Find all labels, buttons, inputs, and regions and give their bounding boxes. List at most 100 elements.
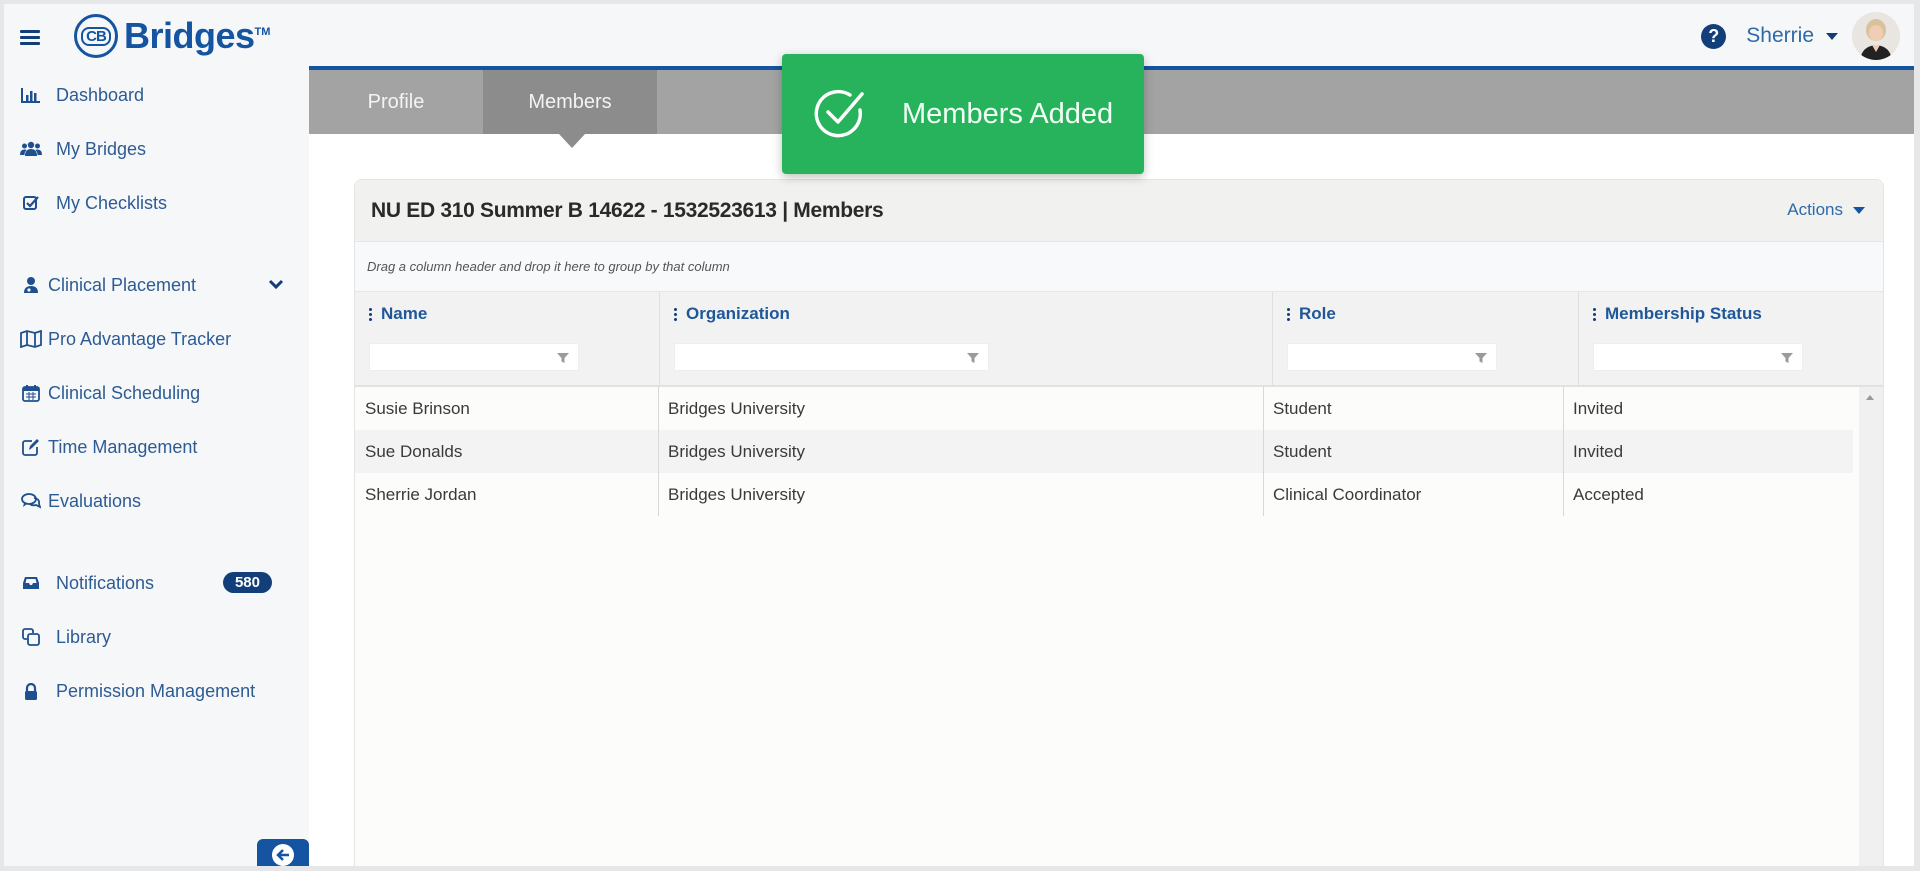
map-icon <box>20 329 42 349</box>
panel-title: NU ED 310 Summer B 14622 - 1532523613 | … <box>371 199 884 222</box>
membership-status-filter-input[interactable] <box>1594 344 1802 370</box>
name-filter-field <box>369 343 579 371</box>
logo-mark-icon: CB <box>74 14 118 58</box>
column-header-membership-status[interactable]: Membership Status <box>1579 292 1885 387</box>
grid-scrollbar[interactable] <box>1859 387 1883 866</box>
sidebar-item-label: Evaluations <box>48 490 142 511</box>
scroll-up-arrow-icon[interactable] <box>1866 395 1874 400</box>
grid-body: Susie Brinson Bridges University Student… <box>355 387 1883 866</box>
app-window: CB Bridges TM ? Sherrie Dashboard My Bri… <box>4 4 1914 866</box>
name-filter-input[interactable] <box>370 344 578 370</box>
membership-status-filter-field <box>1593 343 1803 371</box>
cell-status: Invited <box>1573 398 1624 418</box>
sidebar-item-label: Time Management <box>48 436 198 457</box>
table-row[interactable]: Susie Brinson Bridges University Student… <box>355 387 1853 430</box>
filter-icon[interactable] <box>556 351 570 365</box>
cell-role: Clinical Coordinator <box>1273 484 1422 504</box>
collapse-sidebar-button[interactable] <box>257 839 309 866</box>
sidebar: Dashboard My Bridges My Checklists Clini… <box>4 70 309 866</box>
column-title[interactable]: Organization <box>674 304 790 324</box>
filter-icon[interactable] <box>1474 351 1488 365</box>
comments-icon <box>20 491 42 511</box>
sidebar-item-clinical-scheduling[interactable]: Clinical Scheduling <box>4 375 294 411</box>
users-icon <box>20 139 42 159</box>
column-label: Organization <box>686 304 790 323</box>
sidebar-item-my-checklists[interactable]: My Checklists <box>4 185 294 221</box>
sidebar-item-library[interactable]: Library <box>4 619 294 655</box>
column-header-name[interactable]: Name <box>355 292 660 387</box>
user-md-icon <box>20 275 42 295</box>
user-name[interactable]: Sherrie <box>1746 24 1814 48</box>
column-menu-icon[interactable] <box>1593 307 1596 322</box>
notification-count-badge: 580 <box>222 572 272 593</box>
sidebar-item-label: Dashboard <box>56 84 145 105</box>
toast-message: Members Added <box>902 97 1114 130</box>
chevron-down-icon[interactable] <box>268 277 284 295</box>
sidebar-item-dashboard[interactable]: Dashboard <box>4 77 294 113</box>
cell-role: Student <box>1273 398 1332 418</box>
table-row[interactable]: Sue Donalds Bridges University Student I… <box>355 430 1853 473</box>
cell-role: Student <box>1273 441 1332 461</box>
filter-icon[interactable] <box>966 351 980 365</box>
lock-icon <box>20 681 42 701</box>
column-header-role[interactable]: Role <box>1273 292 1579 387</box>
group-by-drop-zone[interactable]: Drag a column header and drop it here to… <box>355 242 1883 292</box>
column-divider <box>658 387 659 516</box>
column-menu-icon[interactable] <box>369 307 372 322</box>
organization-filter-input[interactable] <box>675 344 988 370</box>
column-header-organization[interactable]: Organization <box>660 292 1273 387</box>
sidebar-item-label: My Checklists <box>56 192 168 213</box>
inbox-icon <box>20 573 42 593</box>
arrow-left-icon <box>272 844 294 866</box>
actions-label: Actions <box>1787 200 1843 219</box>
sidebar-item-label: Notifications <box>56 572 155 593</box>
checkbox-icon <box>20 193 42 213</box>
column-label: Name <box>381 304 428 323</box>
column-divider <box>1263 387 1264 516</box>
cell-name: Sherrie Jordan <box>365 484 477 504</box>
column-menu-icon[interactable] <box>674 307 677 322</box>
column-title[interactable]: Role <box>1287 304 1336 324</box>
active-tab-pointer <box>559 134 585 148</box>
cell-name: Sue Donalds <box>365 441 463 461</box>
sidebar-item-notifications[interactable]: Notifications 580 <box>4 565 294 601</box>
user-menu: ? Sherrie <box>1701 12 1900 60</box>
role-filter-field <box>1287 343 1497 371</box>
avatar[interactable] <box>1852 12 1900 60</box>
bar-chart-icon <box>20 85 42 105</box>
help-icon[interactable]: ? <box>1701 23 1727 49</box>
caret-down-icon <box>1853 206 1865 214</box>
tab-members[interactable]: Members <box>483 70 657 148</box>
sidebar-item-time-management[interactable]: Time Management <box>4 429 294 465</box>
cell-status: Invited <box>1573 441 1624 461</box>
sidebar-item-evaluations[interactable]: Evaluations <box>4 483 294 519</box>
role-filter-input[interactable] <box>1288 344 1496 370</box>
sidebar-item-my-bridges[interactable]: My Bridges <box>4 131 294 167</box>
sidebar-item-permission-management[interactable]: Permission Management <box>4 673 294 709</box>
main-content: Profile Members NU ED 310 Summer B 14622… <box>309 66 1914 866</box>
copy-icon <box>20 627 42 647</box>
column-menu-icon[interactable] <box>1287 307 1290 322</box>
sidebar-item-label: Clinical Scheduling <box>48 382 201 403</box>
grid-header: Name Organization Role Membership Status <box>355 292 1883 387</box>
edit-icon <box>20 437 42 457</box>
success-toast: Members Added <box>782 54 1144 174</box>
column-label: Membership Status <box>1605 304 1762 323</box>
organization-filter-field <box>674 343 989 371</box>
bridges-logo[interactable]: CB Bridges TM <box>74 14 270 58</box>
column-title[interactable]: Name <box>369 304 427 324</box>
menu-icon[interactable] <box>20 30 40 46</box>
table-row[interactable]: Sherrie Jordan Bridges University Clinic… <box>355 473 1853 516</box>
cell-name: Susie Brinson <box>365 398 470 418</box>
tab-profile[interactable]: Profile <box>309 70 483 134</box>
check-circle-icon <box>814 89 864 138</box>
filter-icon[interactable] <box>1780 351 1794 365</box>
actions-dropdown[interactable]: Actions <box>1787 200 1865 220</box>
sidebar-item-label: Library <box>56 626 112 647</box>
group-hint: Drag a column header and drop it here to… <box>367 259 730 274</box>
sidebar-item-pro-advantage-tracker[interactable]: Pro Advantage Tracker <box>4 321 294 357</box>
caret-down-icon[interactable] <box>1826 32 1838 40</box>
members-panel: NU ED 310 Summer B 14622 - 1532523613 | … <box>354 179 1884 866</box>
sidebar-item-clinical-placement[interactable]: Clinical Placement <box>4 267 294 303</box>
column-title[interactable]: Membership Status <box>1593 304 1762 324</box>
